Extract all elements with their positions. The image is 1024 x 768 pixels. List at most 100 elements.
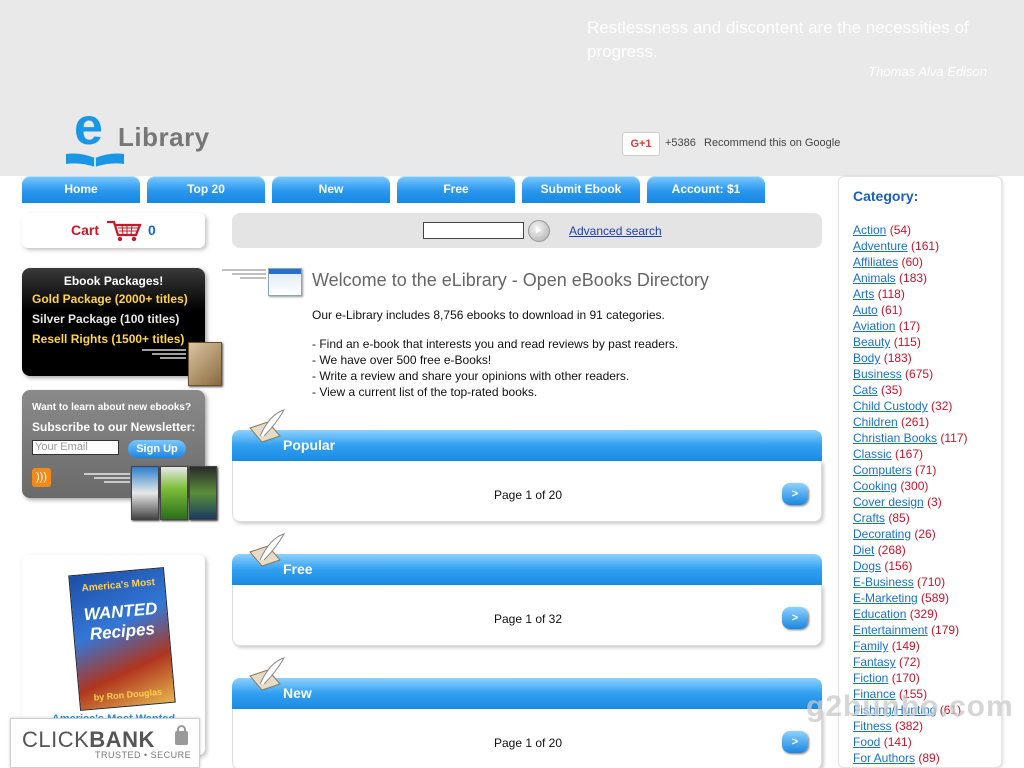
nav-tab-account[interactable]: Account: $1 (647, 176, 765, 203)
logo-text: Library (118, 122, 210, 152)
nav-tab-submit-ebook[interactable]: Submit Ebook (522, 176, 640, 203)
newsletter-book-image (131, 466, 159, 520)
window-titlebar-decoration (269, 269, 301, 274)
category-link[interactable]: Family (853, 639, 888, 653)
promo-book-cover[interactable]: America's Most WANTED Recipes by Ron Dou… (68, 567, 176, 711)
elibrary-logo[interactable]: e Library (64, 98, 224, 170)
category-link[interactable]: Fantasy (853, 655, 896, 669)
category-count: (71) (915, 463, 937, 477)
category-link[interactable]: Adventure (853, 239, 908, 253)
clickbank-logo-light: CLICK (22, 727, 90, 752)
category-link[interactable]: Crafts (853, 511, 885, 525)
category-link[interactable]: Animals (853, 271, 896, 285)
category-item: Crafts (85) (853, 510, 968, 526)
ebook-packages-box: Ebook Packages! Gold Package (2000+ titl… (22, 268, 205, 376)
category-link[interactable]: Arts (853, 287, 874, 301)
category-link[interactable]: Cover design (853, 495, 924, 509)
category-count: (117) (940, 431, 968, 445)
google-plus-count: +5386 (665, 137, 696, 149)
search-go-button[interactable]: ► (528, 220, 550, 242)
ebook-package-image[interactable] (188, 342, 222, 386)
category-link[interactable]: Decorating (853, 527, 911, 541)
nav-tab-new[interactable]: New (272, 176, 390, 203)
category-count: (179) (931, 623, 960, 637)
category-link[interactable]: Food (853, 735, 880, 749)
category-item: E-Marketing (589) (853, 590, 968, 606)
section-title: Popular (283, 437, 336, 453)
search-bar: ► Advanced search (232, 213, 822, 248)
nav-tab-home[interactable]: Home (22, 176, 140, 203)
category-count: (167) (895, 447, 924, 461)
category-link[interactable]: Fiction (853, 671, 888, 685)
newsletter-book-image (189, 466, 217, 520)
advanced-search-link[interactable]: Advanced search (569, 224, 662, 238)
welcome-title: Welcome to the eLibrary - Open eBooks Di… (312, 270, 709, 290)
category-link[interactable]: Child Custody (853, 399, 928, 413)
category-link[interactable]: Dogs (853, 559, 881, 573)
cart-panel[interactable]: Cart 0 (22, 213, 205, 248)
category-link[interactable]: Cats (853, 383, 878, 397)
category-link[interactable]: Affiliates (853, 255, 898, 269)
category-link[interactable]: Beauty (853, 335, 890, 349)
category-link[interactable]: Christian Books (853, 431, 937, 445)
category-link[interactable]: For Authors (853, 751, 915, 765)
category-link[interactable]: E-Marketing (853, 591, 918, 605)
category-item: Action (54) (853, 222, 968, 238)
category-link[interactable]: Auto (853, 303, 878, 317)
category-item: Entertainment (179) (853, 622, 968, 638)
speed-lines-decoration (222, 269, 266, 279)
newsletter-book-image (160, 466, 188, 520)
category-link[interactable]: Entertainment (853, 623, 928, 637)
category-item: Computers (71) (853, 462, 968, 478)
section-body: Page 1 of 20 > (232, 709, 822, 768)
quill-book-icon (249, 657, 286, 691)
category-link[interactable]: Body (853, 351, 880, 365)
rss-icon[interactable]: ))) (32, 468, 51, 487)
category-count: (17) (898, 319, 921, 333)
search-input[interactable] (423, 222, 524, 239)
newsletter-email-input[interactable]: Your Email (32, 440, 119, 455)
category-count: (85) (888, 511, 910, 525)
category-link[interactable]: Aviation (853, 319, 895, 333)
category-link[interactable]: Children (853, 415, 898, 429)
category-count: (161) (911, 239, 940, 253)
section-page-indicator: Page 1 of 20 (493, 736, 563, 750)
package-link-gold[interactable]: Gold Package (2000+ titles) (32, 292, 188, 306)
nav-tab-free[interactable]: Free (397, 176, 515, 203)
nav-tab-top20[interactable]: Top 20 (147, 176, 265, 203)
category-count: (149) (891, 639, 920, 653)
category-item: Diet (268) (853, 542, 968, 558)
category-item: Decorating (26) (853, 526, 968, 542)
category-item: Affiliates (60) (853, 254, 968, 270)
category-link[interactable]: Cooking (853, 479, 897, 493)
category-link[interactable]: Classic (853, 447, 892, 461)
category-link[interactable]: Diet (853, 543, 874, 557)
category-item: Auto (61) (853, 302, 968, 318)
category-count: (675) (905, 367, 934, 381)
category-link[interactable]: E-Business (853, 575, 914, 589)
package-link-silver[interactable]: Silver Package (100 titles) (32, 312, 179, 326)
section-next-button[interactable]: > (782, 731, 808, 753)
category-item: Cover design (3) (853, 494, 968, 510)
newsletter-signup-button[interactable]: Sign Up (128, 440, 186, 458)
category-link[interactable]: Computers (853, 463, 912, 477)
category-item: Cats (35) (853, 382, 968, 398)
main-nav: Home Top 20 New Free Submit Ebook Accoun… (22, 176, 822, 203)
category-count: (300) (900, 479, 929, 493)
category-count: (261) (901, 415, 930, 429)
promo-cover-title: WANTED Recipes (83, 598, 159, 644)
section-next-button[interactable]: > (782, 483, 808, 505)
lock-icon (175, 725, 188, 745)
clickbank-badge[interactable]: CLICKBANK TRUSTED • SECURE (10, 718, 200, 768)
category-item: Fantasy (72) (853, 654, 968, 670)
google-plus-one-button[interactable]: G+1 (622, 132, 660, 156)
category-count: (72) (899, 655, 921, 669)
category-link[interactable]: Education (853, 607, 906, 621)
category-link[interactable]: Business (853, 367, 902, 381)
shopping-cart-icon (107, 220, 142, 242)
section-next-button[interactable]: > (782, 607, 808, 629)
category-sidebar: Category: Action (54) Adventure (161) Affi… (838, 176, 1002, 768)
category-item: Child Custody (32) (853, 398, 968, 414)
category-link[interactable]: Action (853, 223, 886, 237)
package-link-resell[interactable]: Resell Rights (1500+ titles) (32, 332, 184, 346)
